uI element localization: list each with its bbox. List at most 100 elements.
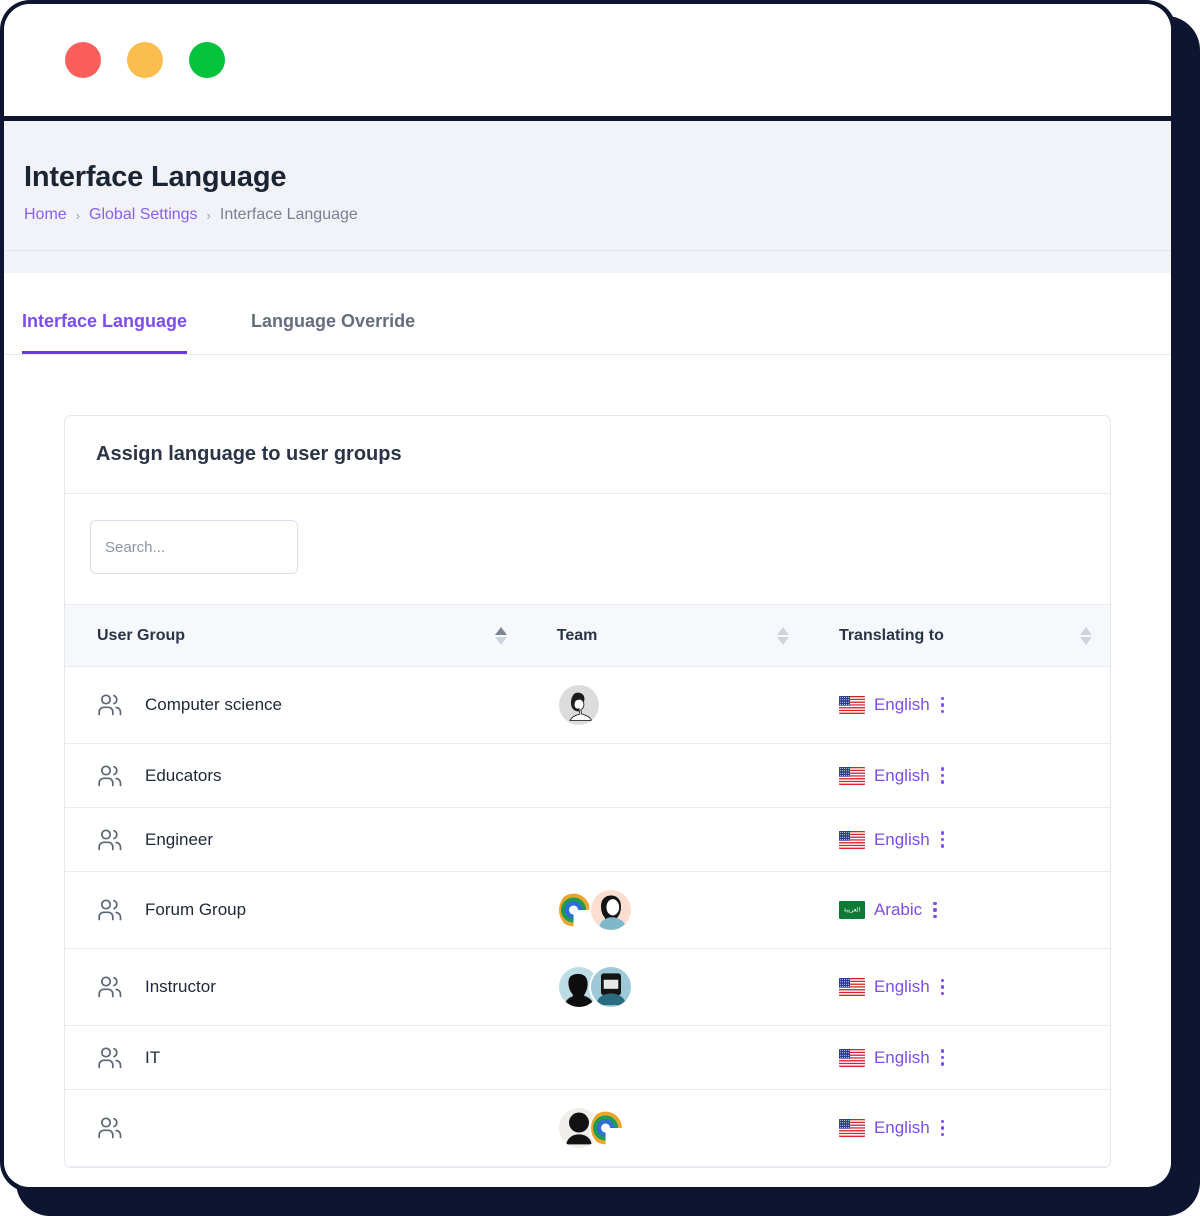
column-header-user-group[interactable]: User Group xyxy=(65,604,525,667)
cell-team xyxy=(524,743,807,808)
table-row[interactable]: Engineer English xyxy=(65,807,1110,872)
users-icon xyxy=(98,1117,122,1139)
table-body: Computer science English Educators English E… xyxy=(65,666,1110,1167)
table-header-row: User Group Team Translating to xyxy=(65,604,1110,667)
table-row[interactable]: Instructor English xyxy=(65,948,1110,1026)
user-group-name: IT xyxy=(145,1047,161,1067)
cell-team xyxy=(524,1025,807,1090)
page-title: Interface Language xyxy=(24,161,287,193)
breadcrumb-separator-icon: › xyxy=(206,207,211,223)
table-header: User Group Team Translating to xyxy=(65,604,1110,667)
cell-user-group: Engineer xyxy=(65,807,525,872)
user-group-name: Forum Group xyxy=(145,900,247,919)
cell-translating-to: English xyxy=(806,1089,1110,1167)
sort-toggle-team-icon[interactable] xyxy=(776,626,789,645)
cell-user-group: Instructor xyxy=(65,948,525,1026)
flag-us-icon xyxy=(838,1048,865,1067)
cell-team xyxy=(524,871,807,949)
row-actions-menu-icon[interactable] xyxy=(940,1119,945,1137)
flag-us-icon xyxy=(838,766,865,785)
flag-us-icon xyxy=(838,830,865,849)
cell-team xyxy=(524,807,807,872)
column-label-translating-to: Translating to xyxy=(838,626,944,644)
tab-interface-language[interactable]: Interface Language xyxy=(22,311,188,354)
tab-language-override[interactable]: Language Override xyxy=(251,311,415,354)
page-header: Interface Language Home › Global Setting… xyxy=(4,121,1171,251)
cell-translating-to: English xyxy=(806,666,1110,744)
avatar[interactable] xyxy=(556,683,601,727)
flag-saudi-arabia-icon: العربية xyxy=(838,901,865,919)
avatar-image xyxy=(590,967,631,1007)
user-groups-table: User Group Team Translating to Computer … xyxy=(65,604,1110,1167)
breadcrumb: Home › Global Settings › Interface Langu… xyxy=(24,206,1171,224)
flag-us-icon xyxy=(838,978,865,996)
card-toolbar xyxy=(65,494,1110,604)
column-header-translating-to[interactable]: Translating to xyxy=(806,604,1110,667)
cell-user-group: Computer science xyxy=(65,666,525,744)
user-group-name: Instructor xyxy=(145,977,216,996)
column-label-team: Team xyxy=(556,626,598,644)
language-name[interactable]: English xyxy=(874,766,930,786)
column-header-team[interactable]: Team xyxy=(524,604,807,667)
team-avatars xyxy=(556,965,807,1009)
cell-user-group: IT xyxy=(65,1025,525,1090)
avatar-image xyxy=(590,890,631,930)
team-avatars xyxy=(556,888,807,932)
breadcrumb-item-home[interactable]: Home xyxy=(24,206,67,224)
table-row[interactable]: Educators English xyxy=(65,743,1110,808)
sort-toggle-translating-to-icon[interactable] xyxy=(1080,626,1092,645)
table-row[interactable]: English xyxy=(65,1089,1110,1167)
sort-toggle-user-group-icon[interactable] xyxy=(494,626,507,645)
minimize-window-button[interactable] xyxy=(127,42,163,78)
cell-user-group xyxy=(65,1089,525,1167)
user-group-name: Engineer xyxy=(145,829,214,849)
users-icon xyxy=(98,828,122,850)
assign-language-card: Assign language to user groups User Grou… xyxy=(64,415,1111,1168)
cell-translating-to: English xyxy=(806,807,1110,872)
svg-text:العربية: العربية xyxy=(844,907,861,914)
row-actions-menu-icon[interactable] xyxy=(940,978,945,996)
cell-user-group: Educators xyxy=(65,743,525,808)
language-name[interactable]: English xyxy=(874,977,930,997)
tab-bar: Interface Language Language Override xyxy=(4,273,1171,355)
table-row[interactable]: IT English xyxy=(65,1025,1110,1090)
language-name[interactable]: English xyxy=(874,1048,930,1068)
breadcrumb-item-interface-language: Interface Language xyxy=(219,206,358,223)
cell-user-group: Forum Group xyxy=(65,871,525,949)
users-icon xyxy=(98,764,122,786)
app-frame: Interface Language Home › Global Setting… xyxy=(0,0,1200,1216)
cell-team xyxy=(524,948,807,1026)
table-row[interactable]: Forum Group العربية Arabic xyxy=(65,871,1110,949)
flag-us-icon xyxy=(838,696,865,714)
column-label-user-group: User Group xyxy=(97,626,186,644)
browser-window: Interface Language Home › Global Setting… xyxy=(0,0,1176,1192)
avatar-image xyxy=(558,685,599,725)
avatar[interactable] xyxy=(588,1106,633,1150)
flag-us-icon xyxy=(838,1119,865,1137)
user-group-name: Educators xyxy=(145,765,222,785)
main-content: Assign language to user groups User Grou… xyxy=(4,355,1171,1187)
avatar[interactable] xyxy=(588,965,633,1009)
cell-team xyxy=(524,1089,807,1167)
table-row[interactable]: Computer science English xyxy=(65,666,1110,744)
breadcrumb-separator-icon: › xyxy=(75,207,81,223)
row-actions-menu-icon[interactable] xyxy=(940,1049,945,1066)
close-window-button[interactable] xyxy=(65,42,101,78)
breadcrumb-item-global-settings[interactable]: Global Settings xyxy=(89,206,198,224)
row-actions-menu-icon[interactable] xyxy=(940,767,945,784)
cell-team xyxy=(524,666,807,744)
avatar[interactable] xyxy=(588,888,633,932)
language-name[interactable]: Arabic xyxy=(874,900,922,920)
language-name[interactable]: English xyxy=(874,1118,930,1138)
row-actions-menu-icon[interactable] xyxy=(940,831,945,848)
maximize-window-button[interactable] xyxy=(189,42,225,78)
row-actions-menu-icon[interactable] xyxy=(940,696,945,714)
cell-translating-to: English xyxy=(806,1025,1110,1090)
language-name[interactable]: English xyxy=(874,830,930,850)
search-input[interactable] xyxy=(90,520,298,574)
card-title: Assign language to user groups xyxy=(65,416,1110,494)
row-actions-menu-icon[interactable] xyxy=(933,901,937,919)
user-group-name: Computer science xyxy=(145,695,283,714)
cell-translating-to: English xyxy=(806,948,1110,1026)
language-name[interactable]: English xyxy=(874,695,930,715)
